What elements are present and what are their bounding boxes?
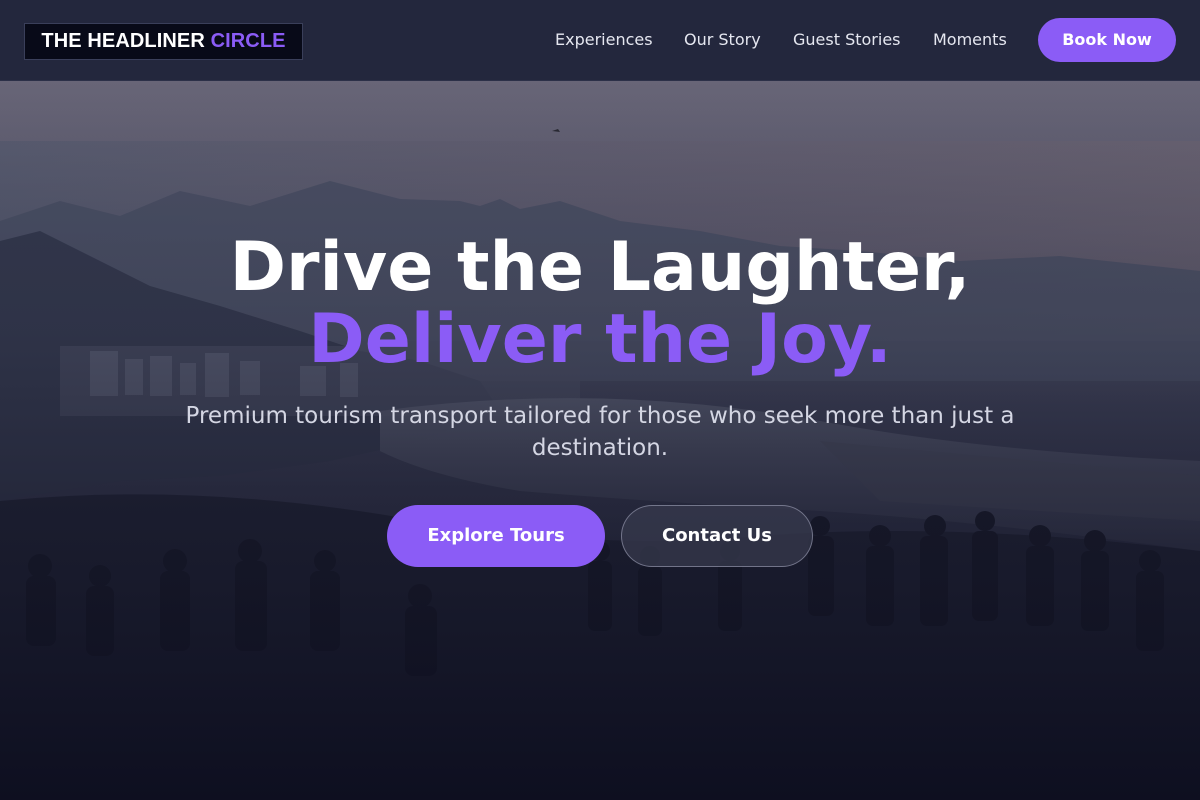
contact-us-button[interactable]: Contact Us xyxy=(621,505,813,567)
hero-section: Drive the Laughter, Deliver the Joy. Pre… xyxy=(0,81,1200,800)
brand-name-accent: CIRCLE xyxy=(210,30,286,52)
hero-headline: Drive the Laughter, xyxy=(229,228,971,307)
nav-link-moments[interactable]: Moments xyxy=(933,28,1007,52)
brand-name: THE HEADLINER xyxy=(41,30,211,52)
landing-page: THE HEADLINER CIRCLE Experiences Our Sto… xyxy=(0,0,1200,800)
hero-subtitle: Premium tourism transport tailored for t… xyxy=(185,403,1015,461)
navbar: THE HEADLINER CIRCLE Experiences Our Sto… xyxy=(0,0,1200,81)
nav-link-our-story[interactable]: Our Story xyxy=(684,28,761,52)
hero-headline-accent: Deliver the Joy. xyxy=(308,300,892,379)
explore-tours-button[interactable]: Explore Tours xyxy=(387,505,605,567)
brand-logo[interactable]: THE HEADLINER CIRCLE xyxy=(24,23,303,60)
nav-link-experiences[interactable]: Experiences xyxy=(555,28,653,52)
nav-link-guest-stories[interactable]: Guest Stories xyxy=(793,28,901,52)
book-now-button[interactable]: Book Now xyxy=(1038,18,1176,62)
